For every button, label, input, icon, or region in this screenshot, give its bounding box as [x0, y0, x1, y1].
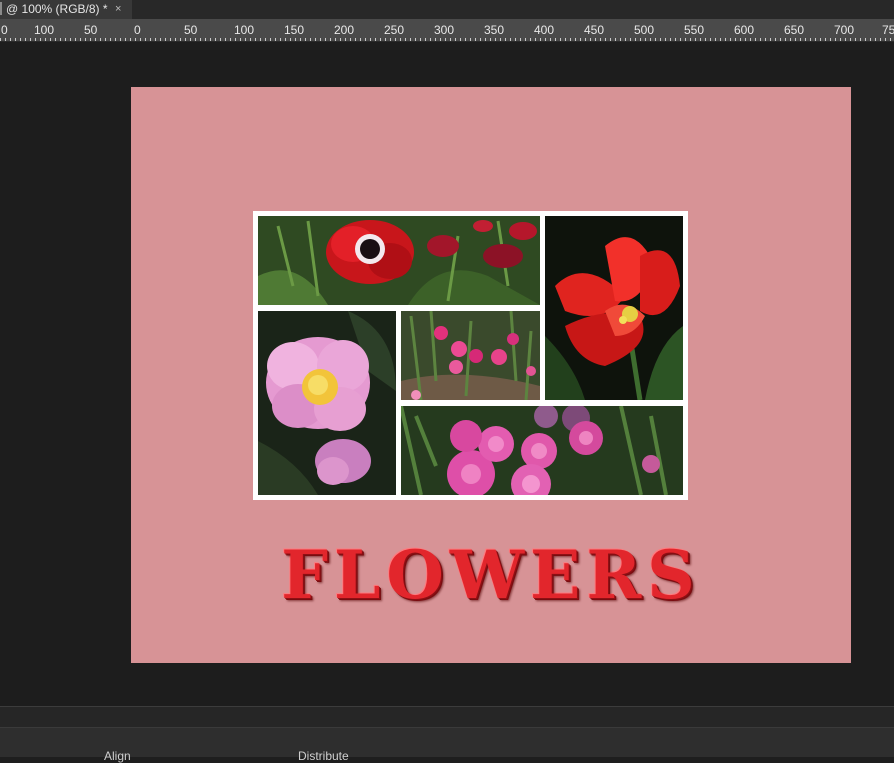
photo-pink-dianthus[interactable] [401, 311, 540, 400]
anemone-image [258, 216, 540, 305]
ruler-label: 100 [34, 23, 55, 37]
document-tab[interactable]: @ 100% (RGB/8) * × [0, 0, 132, 19]
ruler-label: 200 [334, 23, 355, 37]
tab-bar: @ 100% (RGB/8) * × [0, 0, 894, 19]
align-label: Align [104, 749, 131, 763]
photo-pink-camellia[interactable] [258, 311, 396, 495]
ruler-label: 50 [184, 23, 198, 37]
ranunculus-image [401, 406, 683, 495]
photo-collage[interactable] [253, 211, 688, 500]
properties-panel: Align Distribute [0, 706, 894, 763]
ruler-label: 0 [134, 23, 141, 37]
ruler-label: 450 [584, 23, 605, 37]
dianthus-image [401, 311, 540, 400]
ruler-label: 300 [434, 23, 455, 37]
distribute-label: Distribute [298, 749, 349, 763]
photo-red-tulip[interactable] [545, 216, 683, 400]
ruler-label: 75 [882, 23, 894, 37]
ruler-label: 550 [684, 23, 705, 37]
ruler-label: 600 [734, 23, 755, 37]
ruler-label: 350 [484, 23, 505, 37]
ruler-label: 650 [784, 23, 805, 37]
ruler-label: 150 [284, 23, 305, 37]
tulip-image [545, 216, 683, 400]
ruler-label: 250 [384, 23, 405, 37]
ruler-label: 50 [84, 23, 98, 37]
panel-header-strip [0, 707, 894, 728]
ruler-label: 700 [834, 23, 855, 37]
camellia-image [258, 311, 396, 495]
flowers-title[interactable]: FLOWERS [131, 536, 851, 614]
close-icon[interactable]: × [115, 0, 121, 18]
ruler-label: 0 [1, 23, 8, 37]
photo-pink-ranunculus[interactable] [401, 406, 683, 495]
document-tab-title: @ 100% (RGB/8) * [6, 2, 108, 16]
photo-red-anemone[interactable] [258, 216, 540, 305]
tab-edge [0, 2, 2, 15]
ruler-label: 500 [634, 23, 655, 37]
horizontal-ruler[interactable]: 0 100 50 0 50 100 150 200 250 300 350 40… [0, 19, 894, 42]
ruler-label: 400 [534, 23, 555, 37]
ruler-label: 100 [234, 23, 255, 37]
